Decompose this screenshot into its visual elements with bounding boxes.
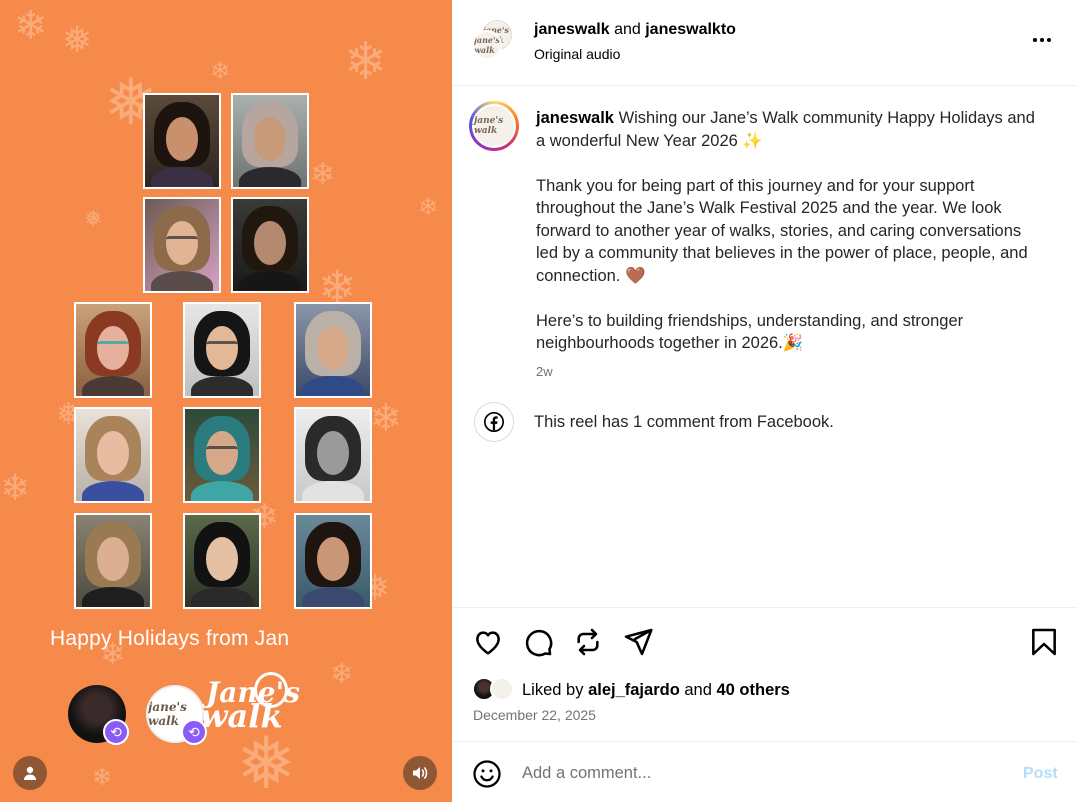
comment-button[interactable] — [522, 626, 554, 658]
photo-tile — [74, 513, 152, 609]
story-ring[interactable]: jane's walk — [469, 101, 519, 151]
repost-icon: ⟲ — [181, 719, 207, 745]
snowflake-icon: ❄ — [0, 467, 31, 508]
heart-icon — [476, 631, 500, 655]
post-date: December 22, 2025 — [473, 707, 596, 723]
share-icon — [624, 628, 653, 656]
likes-others-link[interactable]: 40 others — [717, 681, 790, 699]
photo-tile — [294, 407, 372, 503]
snowflake-icon: ❅ — [62, 19, 93, 60]
photo-tile — [183, 513, 261, 609]
avatar: jane's walk — [472, 104, 516, 148]
post-comment-button[interactable]: Post — [1023, 765, 1058, 783]
more-options-button[interactable] — [1030, 28, 1054, 58]
caption-text: janeswalk Wishing our Jane’s Walk commun… — [536, 107, 1036, 377]
photo-tile — [143, 197, 221, 293]
username-link[interactable]: janeswalkto — [645, 21, 736, 38]
photo-tile — [231, 197, 309, 293]
tagged-people-button[interactable] — [13, 756, 47, 790]
like-button[interactable] — [472, 626, 504, 658]
photo-tile — [183, 302, 261, 398]
snowflake-icon: ❄ — [418, 194, 439, 221]
caption-timestamp[interactable]: 2w — [536, 364, 553, 379]
snowflake-icon: ❄ — [92, 764, 113, 791]
photo-tile — [183, 407, 261, 503]
photo-tile — [231, 93, 309, 189]
facebook-comments-row: This reel has 1 comment from Facebook. — [452, 400, 1077, 446]
snowflake-icon: ❄ — [330, 658, 354, 689]
comment-icon — [525, 629, 553, 657]
mute-button[interactable] — [403, 756, 437, 790]
username-link[interactable]: janeswalk — [534, 21, 610, 38]
photo-tile — [143, 93, 221, 189]
save-button[interactable] — [1028, 626, 1060, 658]
reel-overlay-caption: Happy Holidays from Jan — [50, 627, 290, 650]
repost-icon: ⟲ — [103, 719, 129, 745]
emoji-button[interactable] — [472, 759, 502, 789]
caption-paragraph: Here’s to building friendships, understa… — [536, 311, 964, 353]
snowflake-icon: ❄ — [210, 58, 231, 85]
caption-username[interactable]: janeswalk — [536, 109, 614, 127]
snowflake-icon: ❅ — [84, 206, 103, 231]
post-header: jane's walk jane's walk janeswalk and ja… — [452, 0, 1077, 86]
snowflake-icon: ❄ — [370, 398, 402, 440]
facebook-comments-text: This reel has 1 comment from Facebook. — [534, 413, 834, 431]
repost-button[interactable] — [572, 626, 604, 658]
collab-usernames: janeswalk and janeswalkto — [534, 21, 736, 39]
photo-tile — [294, 302, 372, 398]
speaker-icon — [413, 767, 428, 779]
facebook-icon — [474, 402, 514, 442]
post-panel: jane's walk jane's walk janeswalk and ja… — [452, 0, 1077, 802]
snowflake-icon: ❄ — [14, 4, 48, 48]
more-icon — [1033, 38, 1051, 42]
comment-bar: Post — [452, 741, 1077, 802]
bookmark-icon — [1032, 628, 1056, 656]
share-button[interactable] — [622, 626, 654, 658]
caption-section: jane's walk janeswalk Wishing our Jane’s… — [452, 87, 1077, 607]
action-bar: Liked by alej_fajardo and 40 others Dece… — [452, 607, 1077, 741]
snowflake-icon: ❄ — [344, 33, 388, 91]
photo-tile — [294, 513, 372, 609]
likes-text: Liked by alej_fajardo and 40 others — [522, 681, 790, 699]
snowflake-icon: ❄ — [310, 158, 336, 191]
snowflake-icon: ❅ — [236, 724, 297, 802]
reel-video[interactable]: ❄ ❅ ❄ ❅ ❄ ❄ ❄ ❅ ❄ ❄ ❅ ❄ ❄ ❅ ❄ ❅ ❄ ❄ Happ… — [0, 0, 452, 802]
person-icon — [24, 766, 36, 780]
caption-paragraph: Thank you for being part of this journey… — [536, 176, 1028, 285]
logo-balloon-icon — [254, 672, 288, 708]
joiner-text: and — [614, 21, 641, 38]
comment-input[interactable] — [522, 756, 1002, 790]
photo-tile — [74, 302, 152, 398]
avatar[interactable] — [490, 677, 514, 701]
emoji-icon — [473, 760, 501, 788]
liker-username[interactable]: alej_fajardo — [588, 681, 680, 699]
photo-tile — [74, 407, 152, 503]
avatar[interactable]: jane's walk — [472, 30, 502, 60]
audio-link[interactable]: Original audio — [534, 46, 620, 62]
repost-icon — [577, 628, 599, 656]
